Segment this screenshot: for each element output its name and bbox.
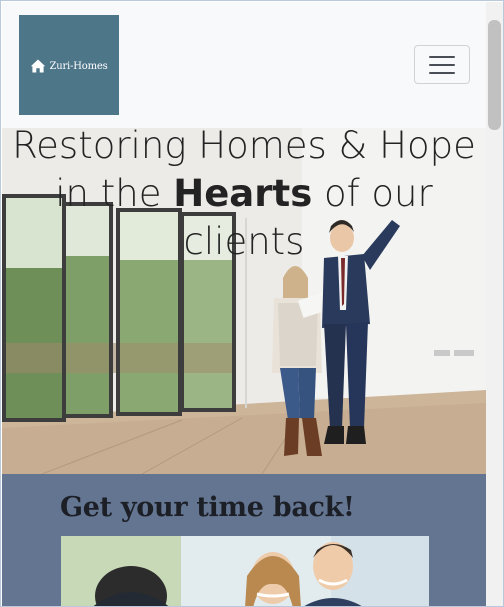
nav-toggle-button[interactable] [414, 45, 470, 84]
hamburger-icon [429, 55, 455, 74]
hero-title: Restoring Homes & Hope in the Hearts of … [2, 128, 486, 266]
browser-viewport: Zuri-Homes Restoring Homes & Hope in the… [0, 0, 504, 607]
feature-section: Get your time back! [2, 474, 486, 606]
scrollbar-thumb[interactable] [488, 20, 501, 130]
brand-logo[interactable]: Zuri-Homes [19, 15, 119, 115]
smiling-couple-with-advisor-photo [61, 536, 429, 606]
hero-title-emphasis: Hearts [173, 172, 313, 215]
navbar: Zuri-Homes [2, 2, 486, 128]
hero-banner: Restoring Homes & Hope in the Hearts of … [2, 128, 486, 474]
house-icon [31, 59, 46, 73]
brand-name: Zuri-Homes [49, 60, 108, 72]
section-title: Get your time back! [60, 492, 355, 523]
page-scrollbar[interactable] [486, 2, 503, 606]
brand-lockup: Zuri-Homes [30, 58, 108, 74]
